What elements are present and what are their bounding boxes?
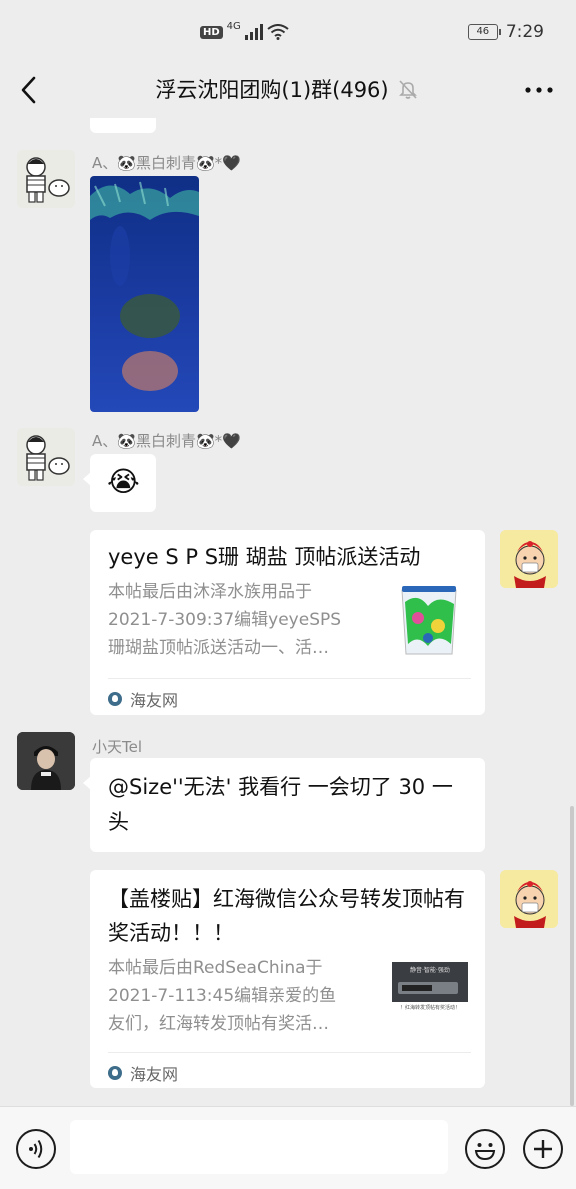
- avatar[interactable]: [17, 428, 75, 486]
- more-options-icon[interactable]: [524, 76, 554, 96]
- message-text: @Size''无法' 我看行 一会切了 30 一头: [108, 775, 453, 834]
- more-functions-button[interactable]: [523, 1129, 563, 1169]
- sender-name: A、🐼黑白刺青🐼*🖤: [92, 154, 241, 172]
- message-bubble[interactable]: @Size''无法' 我看行 一会切了 30 一头: [83, 758, 485, 852]
- redsea-thumbnail: 静音·智能·强劲 ！红海转发顶帖有奖活动！: [390, 958, 470, 1022]
- avatar[interactable]: [17, 732, 75, 790]
- network-status: HD 4G: [200, 20, 289, 40]
- link-card[interactable]: 【盖楼贴】红海微信公众号转发顶帖有奖活动！！！ 本帖最后由RedSeaChina…: [90, 870, 485, 1088]
- status-bar: HD 4G 46 7:29: [0, 0, 576, 62]
- wifi-icon: [267, 24, 289, 40]
- smiley-icon: [474, 1143, 496, 1161]
- message-bubble[interactable]: 😭: [83, 454, 156, 512]
- avatar[interactable]: [17, 150, 75, 208]
- hd-badge: HD: [200, 25, 223, 39]
- previous-message-bubble[interactable]: [90, 118, 156, 133]
- crying-emoji: 😭: [107, 465, 140, 498]
- link-card[interactable]: yeye S P S珊 瑚盐 顶帖派送活动 本帖最后由沐泽水族用品于 2021-…: [90, 530, 485, 715]
- link-card-description: 本帖最后由沐泽水族用品于 2021-7-309:37编辑yeyeSPS 珊瑚盐顶…: [108, 582, 342, 658]
- voice-input-button[interactable]: [16, 1129, 56, 1169]
- plus-icon: [534, 1140, 552, 1158]
- clown-avatar-icon: [500, 530, 558, 588]
- coral-photo[interactable]: [90, 176, 199, 412]
- link-card-source: 海友网: [130, 1065, 179, 1084]
- sender-name: A、🐼黑白刺青🐼*🖤: [92, 432, 241, 450]
- link-card-title: yeye S P S珊 瑚盐 顶帖派送活动: [108, 545, 421, 569]
- chat-header: 浮云沈阳团购(1)群(496): [0, 62, 576, 118]
- chat-messages[interactable]: A、🐼黑白刺青🐼*🖤 A、🐼黑白刺青🐼*🖤 😭 yeye S P S珊 瑚盐 顶…: [0, 118, 576, 1106]
- svg-text:静音·智能·强劲: 静音·智能·强劲: [410, 966, 450, 974]
- emoji-button[interactable]: [465, 1129, 505, 1169]
- clock: 7:29: [505, 22, 544, 42]
- my-avatar[interactable]: [500, 870, 558, 928]
- signal-icon: [244, 24, 263, 40]
- aquarium-photo-image: [90, 176, 199, 412]
- chat-title-wrap: 浮云沈阳团购(1)群(496): [0, 74, 576, 104]
- chat-title: 浮云沈阳团购(1)群(496): [155, 78, 389, 102]
- battery-icon: 46: [467, 24, 501, 40]
- salt-bucket-thumbnail: [398, 582, 460, 660]
- link-card-description: 本帖最后由RedSeaChina于 2021-7-113:45编辑亲爱的鱼 友们…: [108, 958, 337, 1034]
- link-card-title: 【盖楼贴】红海微信公众号转发顶帖有奖活动！！！: [108, 887, 465, 945]
- link-card-footer: 海友网: [108, 678, 471, 711]
- sender-name-text: 小天Tel: [92, 738, 143, 756]
- status-right: 46 7:29: [467, 22, 544, 42]
- thumbnail-caption: ！红海转发顶帖有奖活动！: [399, 1005, 460, 1011]
- cartoon-avatar-icon: [17, 428, 75, 486]
- person-avatar-icon: [17, 732, 75, 790]
- voice-icon: [29, 1139, 43, 1159]
- mute-bell-icon: [398, 80, 417, 99]
- input-bar: [0, 1106, 576, 1189]
- network-type: 4G: [226, 20, 241, 32]
- sender-name: 小天Tel: [92, 736, 142, 757]
- my-avatar[interactable]: [500, 530, 558, 588]
- battery-level: 46: [476, 26, 490, 37]
- haiyou-logo-icon: [108, 1066, 122, 1080]
- cartoon-avatar-icon: [17, 150, 75, 208]
- chat-scrollbar[interactable]: [570, 806, 574, 1106]
- link-card-footer: 海友网: [108, 1052, 471, 1085]
- message-input[interactable]: [70, 1120, 448, 1174]
- clown-avatar-icon: [500, 870, 558, 928]
- haiyou-logo-icon: [108, 692, 122, 706]
- link-card-source: 海友网: [130, 691, 179, 710]
